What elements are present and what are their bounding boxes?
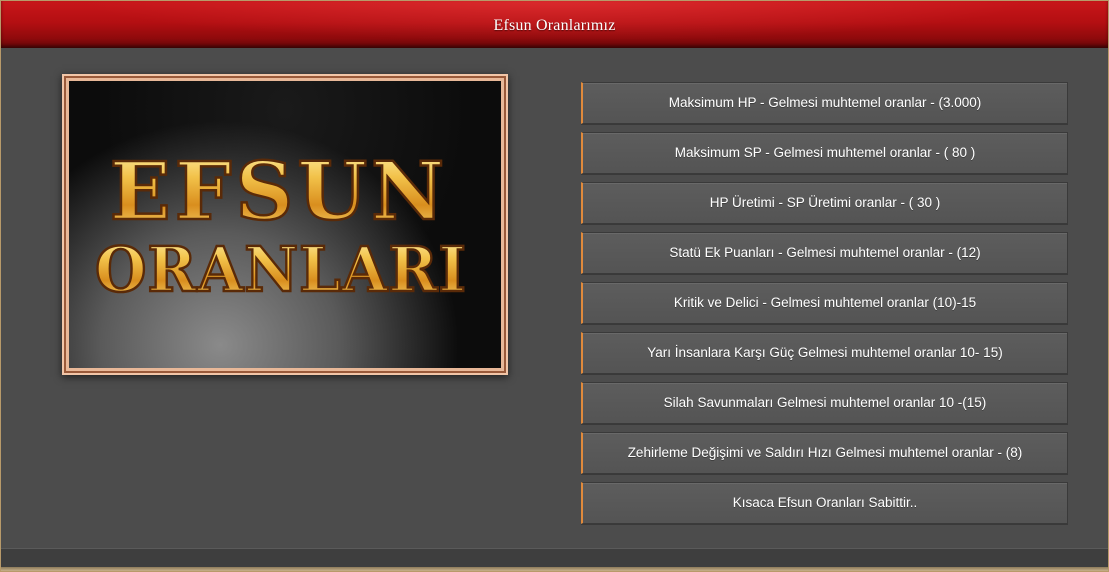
footer-edge (1, 567, 1108, 571)
banner-logo-svg: EFSUN ORANLARI (94, 143, 468, 308)
menu-button-weapon-def[interactable]: Silah Savunmaları Gelmesi muhtemel oranl… (581, 382, 1068, 424)
menu-button-summary[interactable]: Kısaca Efsun Oranları Sabittir.. (581, 482, 1068, 524)
menu-button-stat-bonus[interactable]: Statü Ek Puanları - Gelmesi muhtemel ora… (581, 232, 1068, 274)
page-footer (1, 548, 1108, 568)
banner-line-2: ORANLARI (95, 233, 467, 306)
efsun-banner-image: EFSUN ORANLARI (62, 74, 508, 375)
banner-frame: EFSUN ORANLARI (64, 76, 506, 373)
menu-button-half-human[interactable]: Yarı İnsanlara Karşı Güç Gelmesi muhteme… (581, 332, 1068, 374)
menu-button-crit-pierce[interactable]: Kritik ve Delici - Gelmesi muhtemel oran… (581, 282, 1068, 324)
banner-picture: EFSUN ORANLARI (69, 81, 501, 368)
banner-line-1: EFSUN (110, 144, 448, 238)
menu-button-max-hp[interactable]: Maksimum HP - Gelmesi muhtemel oranlar -… (581, 82, 1068, 124)
page-title: Efsun Oranlarımız (493, 17, 616, 34)
menu-button-poison-speed[interactable]: Zehirleme Değişimi ve Saldırı Hızı Gelme… (581, 432, 1068, 474)
menu-button-max-sp[interactable]: Maksimum SP - Gelmesi muhtemel oranlar -… (581, 132, 1068, 174)
page-header: Efsun Oranlarımız (1, 1, 1108, 48)
menu-button-hp-sp-regen[interactable]: HP Üretimi - SP Üretimi oranlar - ( 30 ) (581, 182, 1068, 224)
